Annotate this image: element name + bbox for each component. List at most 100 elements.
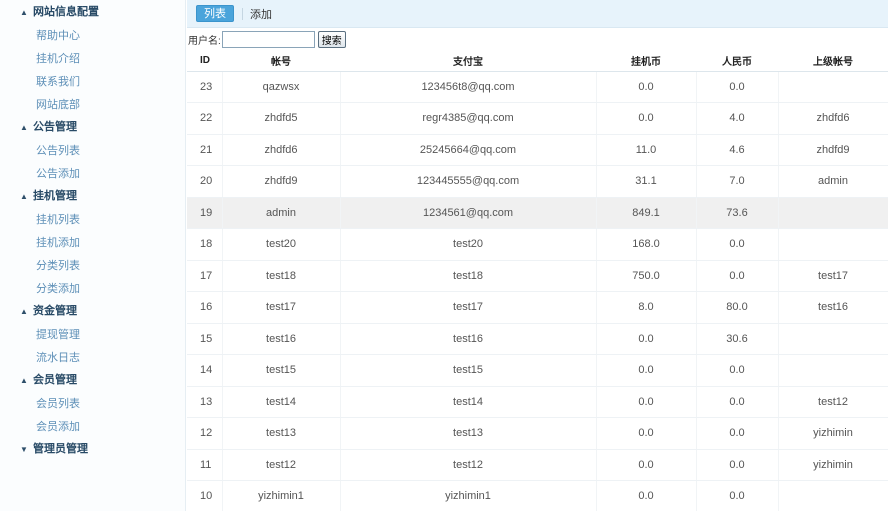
table-cell: test16 bbox=[340, 323, 597, 355]
admin-app: ▲ 网站信息配置 帮助中心 挂机介绍 联系我们 网站底部 ▲ 公告管理 公告列表 公告添加 ▲ 挂机管… bbox=[0, 0, 888, 511]
username-search-input[interactable] bbox=[221, 31, 315, 48]
table-row[interactable]: 19 admin 1234561@qq.com 849.1 73.6 bbox=[187, 197, 888, 229]
sidebar-menu-item[interactable]: 网站底部 bbox=[0, 94, 185, 117]
table-cell: test18 bbox=[222, 260, 341, 292]
caret-icon: ▼ bbox=[20, 445, 28, 454]
sidebar-menu-item[interactable]: 分类添加 bbox=[0, 278, 185, 301]
menu-group-label: 挂机管理 bbox=[33, 190, 77, 202]
table-cell: test17 bbox=[222, 291, 341, 324]
search-label: 用户名: bbox=[188, 36, 221, 47]
menu-group-header[interactable]: ▼ 管理员管理 bbox=[0, 439, 185, 462]
table-cell: 849.1 bbox=[596, 197, 697, 229]
menu-group-header[interactable]: ▲ 会员管理 bbox=[0, 370, 185, 393]
table-row[interactable]: 14 test15 test15 0.0 0.0 bbox=[187, 354, 888, 387]
table-row[interactable]: 17 test18 test18 750.0 0.0 test17 bbox=[187, 260, 888, 292]
table-row[interactable]: 10 yizhimin1 yizhimin1 0.0 0.0 bbox=[187, 480, 888, 511]
table-cell: 123445555@qq.com bbox=[340, 165, 597, 198]
table-row[interactable]: 15 test16 test16 0.0 30.6 bbox=[187, 323, 888, 355]
table-cell: 0.0 bbox=[696, 386, 779, 418]
sidebar-menu-item[interactable]: 挂机添加 bbox=[0, 232, 185, 255]
sidebar-menu-item[interactable]: 会员添加 bbox=[0, 416, 185, 439]
menu-group: ▲ 会员管理会员列表 会员添加 bbox=[0, 370, 185, 439]
column-header: ID bbox=[187, 51, 222, 72]
table-cell: 0.0 bbox=[596, 417, 697, 450]
menu-group-label: 管理员管理 bbox=[33, 443, 88, 455]
table-cell: 31.1 bbox=[596, 165, 697, 198]
table-cell: zhdfd9 bbox=[222, 165, 341, 198]
table-row[interactable]: 22 zhdfd5 regr4385@qq.com 0.0 4.0 zhdfd6 bbox=[187, 102, 888, 135]
table-row[interactable]: 11 test12 test12 0.0 0.0 yizhimin bbox=[187, 449, 888, 481]
table-row[interactable]: 23 qazwsx 123456t8@qq.com 0.0 0.0 bbox=[187, 71, 888, 103]
table-cell: 14 bbox=[187, 354, 223, 387]
table-row[interactable]: 12 test13 test13 0.0 0.0 yizhimin bbox=[187, 417, 888, 450]
column-header: 支付宝 bbox=[340, 51, 596, 72]
menu-group-label: 会员管理 bbox=[33, 374, 77, 386]
table-cell: 0.0 bbox=[596, 449, 697, 481]
caret-icon: ▲ bbox=[20, 376, 28, 385]
table-body: 23 qazwsx 123456t8@qq.com 0.0 0.0 22 zhdfd5 reg… bbox=[187, 71, 888, 511]
table-cell: 0.0 bbox=[596, 480, 697, 511]
table-cell: 16 bbox=[187, 291, 223, 324]
table-cell: 0.0 bbox=[696, 480, 779, 511]
sidebar-menu-item[interactable]: 公告添加 bbox=[0, 163, 185, 186]
table-row[interactable]: 16 test17 test17 8.0 80.0 test16 bbox=[187, 291, 888, 324]
table-cell: 11 bbox=[187, 449, 223, 481]
table-cell: admin bbox=[778, 165, 888, 198]
tab-separator bbox=[242, 7, 243, 20]
table-cell: test18 bbox=[340, 260, 597, 292]
sidebar: ▲ 网站信息配置 帮助中心 挂机介绍 联系我们 网站底部 ▲ 公告管理 公告列表 公告添加 ▲ 挂机管… bbox=[0, 0, 186, 511]
table-cell: 0.0 bbox=[696, 449, 779, 481]
menu-group-header[interactable]: ▲ 网站信息配置 bbox=[0, 2, 185, 25]
table-cell: 0.0 bbox=[596, 323, 697, 355]
table-row[interactable]: 13 test14 test14 0.0 0.0 test12 bbox=[187, 386, 888, 418]
menu-group-header[interactable]: ▲ 公告管理 bbox=[0, 117, 185, 140]
sidebar-menu-item[interactable]: 帮助中心 bbox=[0, 25, 185, 48]
table-cell: 0.0 bbox=[696, 260, 779, 292]
sidebar-menu-item[interactable]: 联系我们 bbox=[0, 71, 185, 94]
caret-icon: ▲ bbox=[20, 192, 28, 201]
table-cell: 21 bbox=[187, 134, 223, 166]
table-cell: 12 bbox=[187, 417, 223, 450]
table-cell: 0.0 bbox=[596, 386, 697, 418]
table-cell: test13 bbox=[222, 417, 341, 450]
table-cell: zhdfd6 bbox=[222, 134, 341, 166]
table-cell: 30.6 bbox=[696, 323, 779, 355]
menu-group: ▲ 挂机管理挂机列表 挂机添加 分类列表 分类添加 bbox=[0, 186, 185, 301]
table-cell: 750.0 bbox=[596, 260, 697, 292]
sidebar-menu-item[interactable]: 挂机列表 bbox=[0, 209, 185, 232]
table-cell: 168.0 bbox=[596, 228, 697, 261]
sidebar-menu-item[interactable]: 提现管理 bbox=[0, 324, 185, 347]
table-cell: 19 bbox=[187, 197, 223, 229]
table-cell: 0.0 bbox=[596, 354, 697, 387]
sidebar-menu-item[interactable]: 分类列表 bbox=[0, 255, 185, 278]
search-button[interactable]: 搜索 bbox=[317, 31, 346, 48]
menu-group-header[interactable]: ▲ 挂机管理 bbox=[0, 186, 185, 209]
table-row[interactable]: 18 test20 test20 168.0 0.0 bbox=[187, 228, 888, 261]
table-cell: 0.0 bbox=[696, 354, 779, 387]
table-cell: yizhimin bbox=[778, 449, 888, 481]
table-cell: 10 bbox=[187, 480, 223, 511]
tab-list[interactable]: 列表 bbox=[196, 5, 234, 22]
tab-add[interactable]: 添加 bbox=[250, 6, 272, 22]
table-header-row: ID 帐号 支付宝 挂机币 人民币 上级帐号 bbox=[187, 51, 888, 72]
table-cell: 0.0 bbox=[596, 71, 697, 103]
table-cell: zhdfd6 bbox=[778, 102, 888, 135]
table-cell bbox=[778, 480, 888, 511]
table-row[interactable]: 20 zhdfd9 123445555@qq.com 31.1 7.0 admin bbox=[187, 165, 888, 198]
table-cell: test15 bbox=[222, 354, 341, 387]
table-row[interactable]: 21 zhdfd6 25245664@qq.com 11.0 4.6 zhdfd9 bbox=[187, 134, 888, 166]
menu-group-header[interactable]: ▲ 资金管理 bbox=[0, 301, 185, 324]
table-cell: 123456t8@qq.com bbox=[340, 71, 597, 103]
menu-group: ▲ 资金管理 提现管理 流水日志 bbox=[0, 301, 185, 370]
sidebar-menu-item[interactable]: 挂机介绍 bbox=[0, 48, 185, 71]
table-cell: 1234561@qq.com bbox=[340, 197, 597, 229]
sidebar-menu-item[interactable]: 公告列表 bbox=[0, 140, 185, 163]
table-cell: test20 bbox=[340, 228, 597, 261]
menu-group: ▼ 管理员管理 bbox=[0, 439, 185, 462]
table-cell bbox=[778, 71, 888, 103]
main-content: 列表 添加 用户名: 搜索 ID 帐号 支付宝 挂机币 人民币 上级帐号 23 qazwsx… bbox=[187, 0, 888, 511]
sidebar-menu-item[interactable]: 流水日志 bbox=[0, 347, 185, 370]
column-header: 挂机币 bbox=[596, 51, 696, 72]
sidebar-menu-item[interactable]: 会员列表 bbox=[0, 393, 185, 416]
table-cell: 18 bbox=[187, 228, 223, 261]
